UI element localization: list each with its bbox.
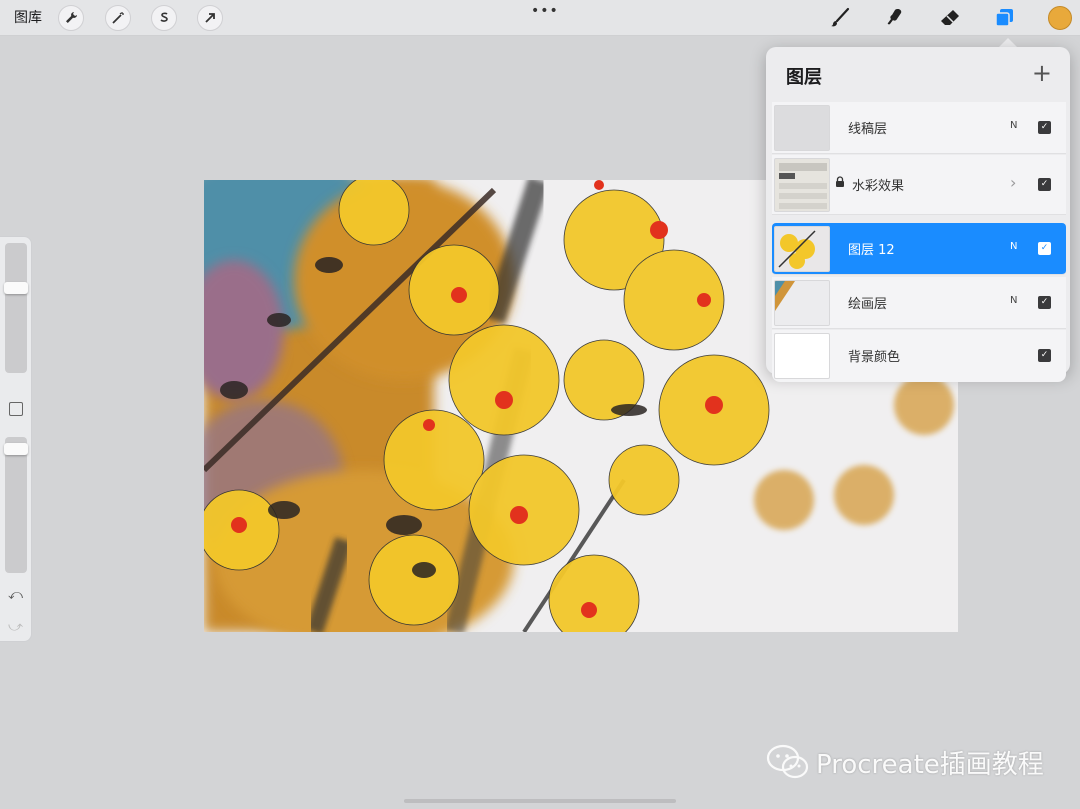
wechat-icon (766, 744, 809, 779)
layer-thumbnail (774, 158, 830, 212)
brush-size-slider[interactable] (5, 243, 27, 373)
blend-mode-button[interactable]: N (1010, 295, 1017, 306)
layers-tool[interactable] (992, 6, 1018, 30)
adjustments-button[interactable] (105, 5, 131, 31)
layer-thumbnail (774, 333, 830, 379)
color-picker-button[interactable] (1048, 6, 1072, 30)
selection-button[interactable] (151, 5, 177, 31)
transform-arrow-icon (205, 13, 215, 23)
brush-size-thumb[interactable] (4, 282, 28, 294)
opacity-thumb[interactable] (4, 443, 28, 455)
add-layer-button[interactable]: + (1032, 59, 1052, 87)
left-sidebar: ⤺ ⤻ (0, 236, 32, 642)
layer-row-background[interactable]: 背景颜色 ✓ (772, 330, 1066, 382)
layer-name: 图层 12 (848, 243, 895, 258)
layers-icon (995, 9, 1013, 27)
layer-name: 绘画层 (848, 297, 888, 312)
watermark-text: Procreate插画教程 (816, 749, 1044, 780)
more-dots[interactable]: ••• (531, 3, 559, 19)
lock-icon (836, 176, 844, 187)
selection-s-icon (160, 12, 168, 22)
opacity-slider[interactable] (5, 437, 27, 573)
brush-tool[interactable] (827, 6, 853, 30)
panel-title: 图层 (786, 67, 822, 88)
layer-name: 水彩效果 (852, 179, 905, 194)
visibility-checkbox[interactable]: ✓ (1038, 178, 1051, 191)
visibility-checkbox[interactable]: ✓ (1038, 121, 1051, 134)
home-indicator[interactable] (404, 799, 676, 803)
paint-thumbnail-icon (775, 281, 829, 325)
layer-thumbnail (774, 226, 830, 272)
flower-thumbnail-icon (775, 227, 829, 271)
layer-row-active[interactable]: 图层 12 N ✓ (772, 223, 1066, 275)
group-thumbnail-icon (779, 163, 827, 209)
eraser-icon (941, 10, 959, 25)
layer-name: 线稿层 (848, 122, 888, 137)
layer-group-row[interactable]: 水彩效果 › ✓ (772, 155, 1066, 215)
eraser-tool[interactable] (937, 6, 963, 30)
redo-icon[interactable]: ⤻ (8, 619, 23, 635)
layer-row[interactable]: 绘画层 N ✓ (772, 277, 1066, 329)
undo-icon[interactable]: ⤺ (8, 587, 23, 603)
blend-mode-button[interactable]: N (1010, 120, 1017, 131)
visibility-checkbox[interactable]: ✓ (1038, 296, 1051, 309)
layer-thumbnail (774, 280, 830, 326)
smudge-icon (887, 9, 902, 25)
visibility-checkbox[interactable]: ✓ (1038, 349, 1051, 362)
magic-wand-icon (112, 12, 124, 24)
blend-mode-button[interactable]: N (1010, 241, 1017, 252)
visibility-checkbox[interactable]: ✓ (1038, 242, 1051, 255)
watermark: Procreate插画教程 (766, 742, 1044, 782)
actions-button[interactable] (58, 5, 84, 31)
smudge-tool[interactable] (882, 6, 908, 30)
wrench-icon (66, 12, 77, 23)
layers-panel: 图层 + 线稿层 N ✓ 水彩效果 › ✓ 图层 12 N ✓ 绘画层 N ✓ … (766, 47, 1070, 382)
top-toolbar: 图库 ••• (0, 0, 1080, 36)
gallery-button[interactable]: 图库 (14, 8, 42, 28)
transform-button[interactable] (197, 5, 223, 31)
modify-button[interactable] (9, 402, 23, 416)
layer-row[interactable]: 线稿层 N ✓ (772, 102, 1066, 154)
brush-icon (831, 7, 850, 27)
chevron-right-icon[interactable]: › (1010, 173, 1016, 192)
layer-name: 背景颜色 (848, 350, 901, 365)
layer-thumbnail (774, 105, 830, 151)
